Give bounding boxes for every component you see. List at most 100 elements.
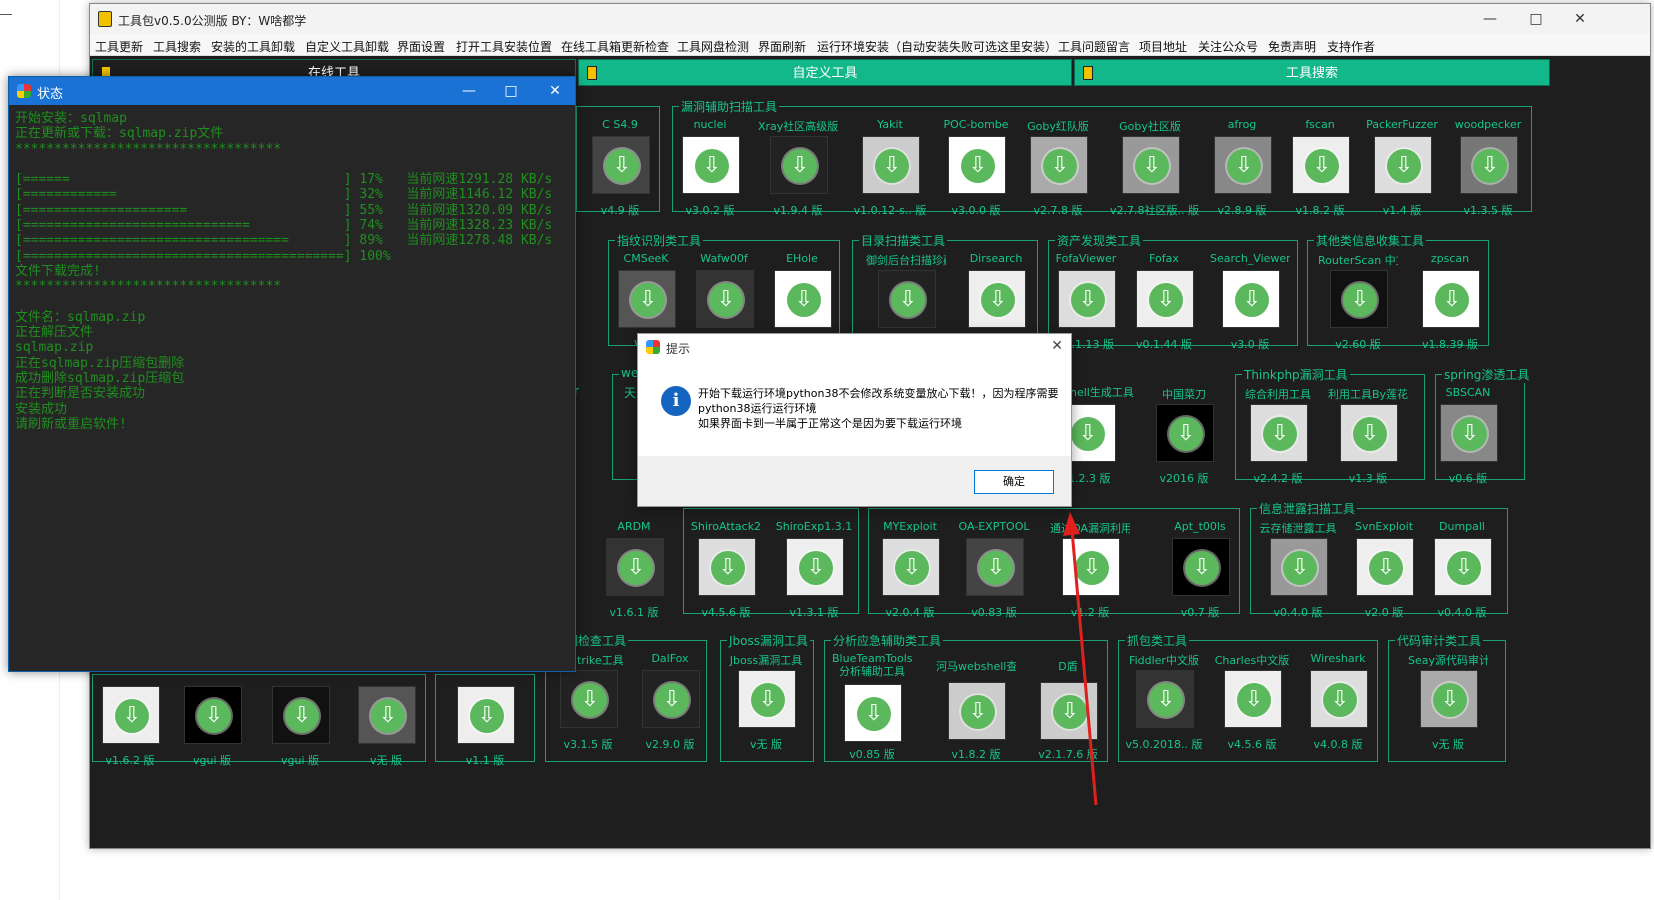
download-icon[interactable]: ⇩ [1053,695,1087,729]
download-icon[interactable]: ⇩ [1283,551,1317,585]
tool-xray[interactable]: Xray社区高级版 ⇩ v1.9.4 版 [758,114,838,232]
tool-bottom-4[interactable]: ⇩ v无 版 [346,664,426,782]
download-icon[interactable]: ⇩ [1387,149,1421,183]
tool-apt-t00ls[interactable]: Apt_t00ls ⇩ v0.7 版 [1160,516,1240,634]
download-icon[interactable]: ⇩ [1185,551,1219,585]
tab-tool-search[interactable]: 工具搜索 [1074,59,1550,86]
menu-uninstall-custom[interactable]: 自定义工具卸载 [305,38,389,55]
tool-afrog[interactable]: afrog ⇩ v2.8.9 版 [1202,114,1282,232]
tool-tp-comprehensive[interactable]: 综合利用工具 ⇩ v2.4.2 版 [1238,382,1318,500]
download-icon[interactable]: ⇩ [857,697,891,731]
tool-tp-lianhua[interactable]: 利用工具By莲花 ⇩ v1.3 版 [1328,382,1408,500]
download-icon[interactable]: ⇩ [631,283,665,317]
tool-shiroexp[interactable]: ShiroExp1.3.1 ⇩ v1.3.1 版 [774,516,854,634]
tool-poc-bombe[interactable]: POC-bombe ⇩ v3.0.0 版 [936,114,1016,232]
download-icon[interactable]: ⇩ [1263,417,1297,451]
status-minimize-button[interactable]: — [447,80,491,102]
menu-runtime-install[interactable]: 运行环境安装（自动安装失败可选这里安装） [817,38,1057,55]
download-icon[interactable]: ⇩ [1235,283,1269,317]
tool-d-shield[interactable]: D盾 ⇩ v2.1.7.6 版 [1028,654,1108,772]
download-icon[interactable]: ⇩ [1453,417,1487,451]
menu-disclaimer[interactable]: 免责声明 [1268,38,1316,55]
tool-ardm[interactable]: ARDM ⇩ v1.6.1 版 [594,516,674,634]
download-icon[interactable]: ⇩ [891,283,925,317]
tool-nuclei[interactable]: nuclei ⇩ v3.0.2 版 [670,114,750,232]
download-icon[interactable]: ⇩ [1323,683,1357,717]
menu-project-url[interactable]: 项目地址 [1139,38,1187,55]
download-icon[interactable]: ⇩ [981,283,1015,317]
tool-dalfox[interactable]: DalFox ⇩ v2.9.0 版 [630,648,710,766]
menu-online-update-check[interactable]: 在线工具箱更新检查 [561,38,669,55]
tool-cs[interactable]: C S4.9 ⇩ v4.9 版 [580,114,660,232]
download-icon[interactable]: ⇩ [1433,683,1467,717]
tool-packerfuzzer[interactable]: PackerFuzzer ⇩ v1.4 版 [1362,114,1442,232]
tool-seay[interactable]: Seay源代码审计系统 ⇩ v无 版 [1408,648,1488,766]
download-icon[interactable]: ⇩ [1071,417,1105,451]
tool-oa-exptool[interactable]: OA-EXPTOOL ⇩ v0.83 版 [954,516,1034,634]
download-icon[interactable]: ⇩ [1071,283,1105,317]
menu-tool-search[interactable]: 工具搜索 [153,38,201,55]
tool-woodpecker[interactable]: woodpecker ⇩ v1.3.5 版 [1448,114,1528,232]
tool-bottom-5[interactable]: ⇩ v1.1 版 [445,664,525,782]
dialog-close-button[interactable]: ✕ [1051,338,1063,354]
tool-bottom-2[interactable]: ⇩ vgui 版 [172,664,252,782]
tool-jboss[interactable]: Jboss漏洞工具 ⇩ v无 版 [726,648,806,766]
tool-blueteamtools[interactable]: BlueTeamTools 分析辅助工具 ⇩ v0.85 版 [832,648,912,768]
menu-ui-settings[interactable]: 界面设置 [397,38,445,55]
download-icon[interactable]: ⇩ [751,683,785,717]
menu-support-author[interactable]: 支持作者 [1327,38,1375,55]
download-icon[interactable]: ⇩ [799,551,833,585]
tool-zpscan[interactable]: zpscan ⇩ v1.8.39 版 [1410,248,1490,366]
tool-fscan[interactable]: fscan ⇩ v1.8.2 版 [1280,114,1360,232]
menu-tool-update[interactable]: 工具更新 [95,38,143,55]
download-icon[interactable]: ⇩ [961,695,995,729]
tool-goby-red[interactable]: Goby红队版 ⇩ v2.7.8 版 [1018,114,1098,232]
menu-refresh[interactable]: 界面刷新 [758,38,806,55]
download-icon[interactable]: ⇩ [1043,149,1077,183]
download-icon[interactable]: ⇩ [1447,551,1481,585]
tool-svnexploit[interactable]: SvnExploit ⇩ v2.0 版 [1344,516,1424,634]
download-icon[interactable]: ⇩ [1305,149,1339,183]
tool-charles[interactable]: Charles中文版 ⇩ v4.5.6 版 [1212,648,1292,766]
tool-routerscan[interactable]: RouterScan 中文 ⇩ v2.60 版 [1318,248,1398,366]
download-icon[interactable]: ⇩ [1353,417,1387,451]
menu-uninstall-installed[interactable]: 安装的工具卸载 [211,38,295,55]
download-icon[interactable]: ⇩ [787,283,821,317]
download-icon[interactable]: ⇩ [783,149,817,183]
tool-shiroattack2[interactable]: ShiroAttack2 ⇩ v4.5.6 版 [686,516,766,634]
tool-fofax[interactable]: Fofax ⇩ v0.1.44 版 [1124,248,1204,366]
download-icon[interactable]: ⇩ [285,699,319,733]
download-icon[interactable]: ⇩ [371,699,405,733]
download-icon[interactable]: ⇩ [895,551,929,585]
download-icon[interactable]: ⇩ [1227,149,1261,183]
tool-yakit[interactable]: Yakit ⇩ v1.0.12-s.. 版 [850,114,930,232]
tool-sbscan[interactable]: SBSCAN ⇩ v0.6 版 [1428,382,1508,500]
download-icon[interactable]: ⇩ [1169,417,1203,451]
download-icon[interactable]: ⇩ [197,699,231,733]
tool-fiddler[interactable]: Fiddler中文版 ⇩ v5.0.2018.. 版 [1124,648,1204,766]
download-icon[interactable]: ⇩ [115,699,149,733]
tool-cloud-leak[interactable]: 云存储泄露工具 ⇩ v0.4.0 版 [1258,516,1338,634]
status-close-button[interactable]: ✕ [533,80,577,102]
download-icon[interactable]: ⇩ [1149,283,1183,317]
tool-hema[interactable]: 河马webshell查杀 ⇩ v1.8.2 版 [936,654,1016,772]
status-console-output[interactable]: 开始安装：sqlmap 正在更新或下载：sqlmap.zip文件 *******… [15,111,565,432]
download-icon[interactable]: ⇩ [1435,283,1469,317]
tool-tongda-oa[interactable]: 通达OA漏洞利用工具 ⇩ v1.2 版 [1050,516,1130,634]
status-maximize-button[interactable]: □ [489,80,533,102]
close-button[interactable]: ✕ [1558,8,1602,30]
tool-goby-community[interactable]: Goby社区版 ⇩ v2.7.8社区版.. 版 [1110,114,1199,232]
download-icon[interactable]: ⇩ [1343,283,1377,317]
menu-netdisk-check[interactable]: 工具网盘检测 [677,38,749,55]
download-icon[interactable]: ⇩ [875,149,909,183]
tool-search-viewer[interactable]: Search_Viewer ⇩ v3.0 版 [1210,248,1290,366]
download-icon[interactable]: ⇩ [605,149,639,183]
tab-custom-tools[interactable]: 自定义工具 [578,59,1072,86]
menu-feedback[interactable]: 工具问题留言 [1058,38,1130,55]
tool-wireshark[interactable]: Wireshark ⇩ v4.0.8 版 [1298,648,1378,766]
menu-follow[interactable]: 关注公众号 [1198,38,1258,55]
minimize-button[interactable]: — [1468,8,1512,30]
download-icon[interactable]: ⇩ [1075,551,1109,585]
download-icon[interactable]: ⇩ [961,149,995,183]
maximize-button[interactable]: □ [1514,8,1558,30]
